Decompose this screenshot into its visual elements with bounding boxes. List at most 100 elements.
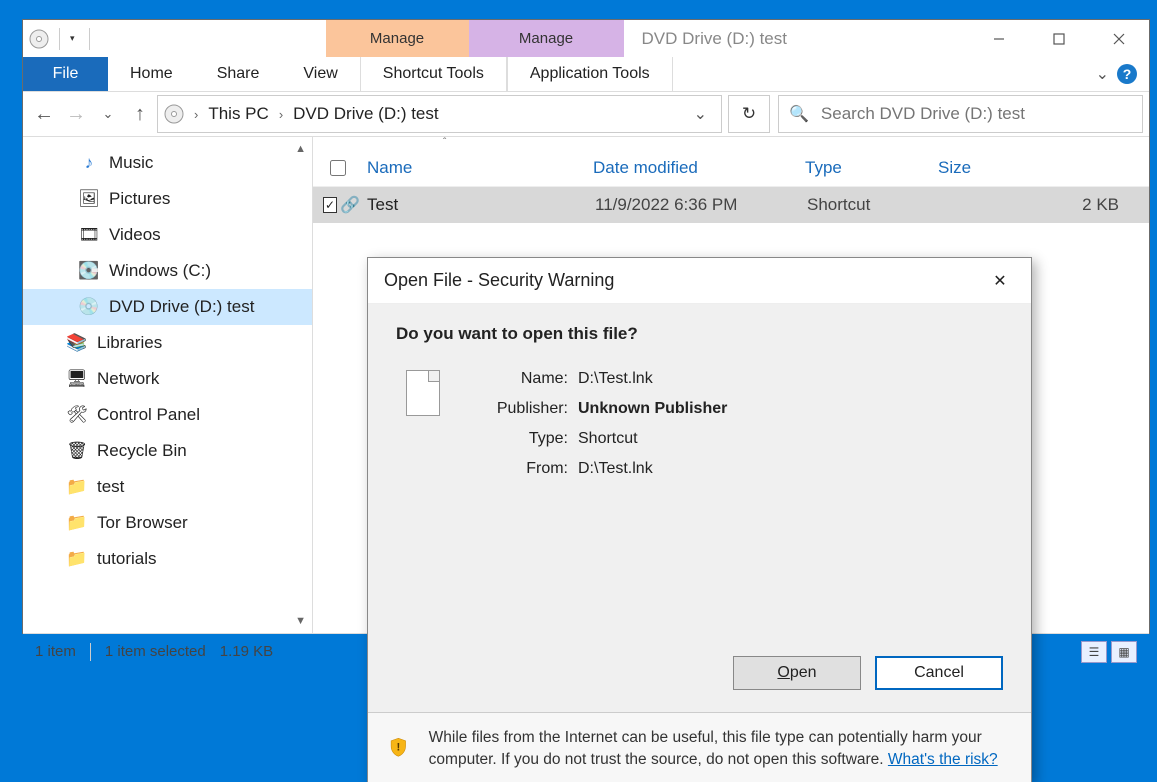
scroll-down-icon[interactable]: ▼ <box>295 615 306 627</box>
sidebar-label: tutorials <box>97 549 157 569</box>
sidebar-item-network[interactable]: 🖥Network <box>23 361 312 397</box>
cancel-button[interactable]: Cancel <box>875 656 1003 690</box>
shortcut-icon -file-icon: 🔗 <box>337 195 363 215</box>
sidebar-label: DVD Drive (D:) test <box>109 297 254 317</box>
status-size: 1.19 KB <box>220 643 273 660</box>
status-selected: 1 item selected <box>105 643 206 660</box>
select-all-checkbox[interactable] <box>330 160 346 176</box>
disc-icon: 💿 <box>79 297 99 317</box>
file-date: 11/9/2022 6:36 PM <box>595 195 807 215</box>
refresh-button[interactable]: ↻ <box>728 95 770 133</box>
sidebar-item-tor[interactable]: 📁 Tor Browser <box>23 505 312 541</box>
value-name: D:\Test.lnk <box>578 370 653 388</box>
back-button[interactable]: ← <box>29 99 59 129</box>
help-icon[interactable]: ? <box>1117 64 1137 84</box>
minimize-button[interactable] <box>969 20 1029 57</box>
value-publisher: Unknown Publisher <box>578 400 727 418</box>
sidebar-item-libraries[interactable]: 📚Libraries <box>23 325 312 361</box>
search-box[interactable]: 🔍 <box>778 95 1143 133</box>
sidebar-item-recycle-bin[interactable]: 🗑Recycle Bin <box>23 433 312 469</box>
qat-dropdown-icon[interactable]: ▾ <box>66 33 79 44</box>
tab-application-tools[interactable]: Application Tools <box>507 57 673 91</box>
open-button[interactable]: Open <box>733 656 861 690</box>
file-row[interactable]: ✓ 🔗 Test 11/9/2022 6:36 PM Shortcut 2 KB <box>313 187 1149 223</box>
details-view-button[interactable]: ☰ <box>1081 641 1107 663</box>
sidebar-item-test[interactable]: 📁test <box>23 469 312 505</box>
search-icon: 🔍 <box>789 104 809 124</box>
address-dropdown-icon[interactable]: ⌄ <box>686 104 715 124</box>
pictures-icon: 🖼 <box>79 189 99 209</box>
dialog-title-bar: Open File - Security Warning ✕ <box>368 258 1031 304</box>
search-input[interactable] <box>821 104 1132 124</box>
sidebar-item-control-panel[interactable]: 🛠 Control Panel <box>23 397 312 433</box>
folder-icon: 📁 <box>67 513 87 533</box>
whats-the-risk-link[interactable]: What's the risk? <box>888 751 998 768</box>
sidebar-label: test <box>97 477 124 497</box>
value-type: Shortcut <box>578 430 638 448</box>
sidebar-label: Network <box>97 369 159 389</box>
sidebar-item-videos[interactable]: 🎞Videos <box>23 217 312 253</box>
sidebar-label: Libraries <box>97 333 162 353</box>
sidebar-item-music[interactable]: ♪Music <box>23 145 312 181</box>
close-button[interactable] <box>1089 20 1149 57</box>
dialog-footer: ! While files from the Internet can be u… <box>368 712 1031 782</box>
sidebar-item-pictures[interactable]: 🖼 Pictures <box>23 181 312 217</box>
up-button[interactable]: ↑ <box>125 99 155 129</box>
scroll-up-icon[interactable]: ▲ <box>295 143 306 155</box>
drive-icon: 💽 <box>79 261 99 281</box>
breadcrumb-drive[interactable]: DVD Drive (D:) test <box>293 104 438 124</box>
history-dropdown-icon[interactable]: ⌄ <box>93 99 123 129</box>
security-warning-dialog: Open File - Security Warning ✕ Do you wa… <box>367 257 1032 782</box>
file-icon <box>406 370 440 416</box>
ribbon-expand-icon[interactable]: ⌄ <box>1096 64 1109 84</box>
tab-view[interactable]: View <box>281 57 359 91</box>
file-name: Test <box>363 195 595 215</box>
label-type: Type: <box>480 430 578 448</box>
address-bar[interactable]: › This PC › DVD Drive (D:) test ⌄ <box>157 95 722 133</box>
sidebar-item-tutorials[interactable]: 📁 tutorials <box>23 541 312 577</box>
dialog-close-button[interactable]: ✕ <box>985 271 1015 291</box>
column-date[interactable]: Date modified <box>593 158 805 178</box>
sidebar-label: Videos <box>109 225 161 245</box>
tab-home[interactable]: Home <box>108 57 195 91</box>
recycle-bin-icon: 🗑 <box>67 441 87 461</box>
disc-icon <box>164 104 184 124</box>
breadcrumb-this-pc[interactable]: This PC <box>208 104 268 124</box>
sidebar-item-dvd-drive[interactable]: 💿 DVD Drive (D:) test <box>23 289 312 325</box>
file-size: 2 KB <box>941 195 1149 215</box>
nav-bar: ← → ⌄ ↑ › This PC › DVD Drive (D:) test … <box>23 92 1149 137</box>
label-publisher: Publisher: <box>480 400 578 418</box>
value-from: D:\Test.lnk <box>578 460 653 478</box>
folder-icon: 📁 <box>67 549 87 569</box>
tab-share[interactable]: Share <box>195 57 282 91</box>
row-checkbox[interactable]: ✓ <box>323 197 337 213</box>
file-info-table: Name:D:\Test.lnk Publisher:Unknown Publi… <box>480 370 727 490</box>
shield-warning-icon: ! <box>388 727 409 767</box>
maximize-button[interactable] <box>1029 20 1089 57</box>
label-name: Name: <box>480 370 578 388</box>
column-name[interactable]: Name <box>363 158 593 178</box>
status-item-count: 1 item <box>35 643 76 660</box>
tab-file[interactable]: File <box>23 57 108 91</box>
sidebar-label: Pictures <box>109 189 170 209</box>
dialog-footer-text: While files from the Internet can be use… <box>429 727 1011 772</box>
label-from: From: <box>480 460 578 478</box>
column-size[interactable]: Size <box>938 158 971 178</box>
column-type[interactable]: Type <box>805 158 938 178</box>
breadcrumb-sep-icon[interactable]: › <box>275 107 287 122</box>
sidebar-label: Tor Browser <box>97 513 188 533</box>
breadcrumb-sep-icon[interactable]: › <box>190 107 202 122</box>
context-tab-application[interactable]: Manage <box>469 20 624 57</box>
forward-button[interactable]: → <box>61 99 91 129</box>
sidebar-label: Control Panel <box>97 405 200 425</box>
file-type: Shortcut <box>807 195 941 215</box>
window-title: DVD Drive (D:) test <box>624 20 969 57</box>
sidebar-label: Windows (C:) <box>109 261 211 281</box>
title-bar: ▾ Manage Manage DVD Drive (D:) test <box>23 20 1149 57</box>
tab-shortcut-tools[interactable]: Shortcut Tools <box>360 57 507 91</box>
control-panel-icon: 🛠 <box>67 405 87 425</box>
sidebar-item-windows-c[interactable]: 💽 Windows (C:) <box>23 253 312 289</box>
sidebar: ▲ ♪Music 🖼 Pictures 🎞Videos 💽 Windows (C:)… <box>23 137 313 633</box>
thumbnails-view-button[interactable]: ▦ <box>1111 641 1137 663</box>
context-tab-shortcut[interactable]: Manage <box>326 20 469 57</box>
